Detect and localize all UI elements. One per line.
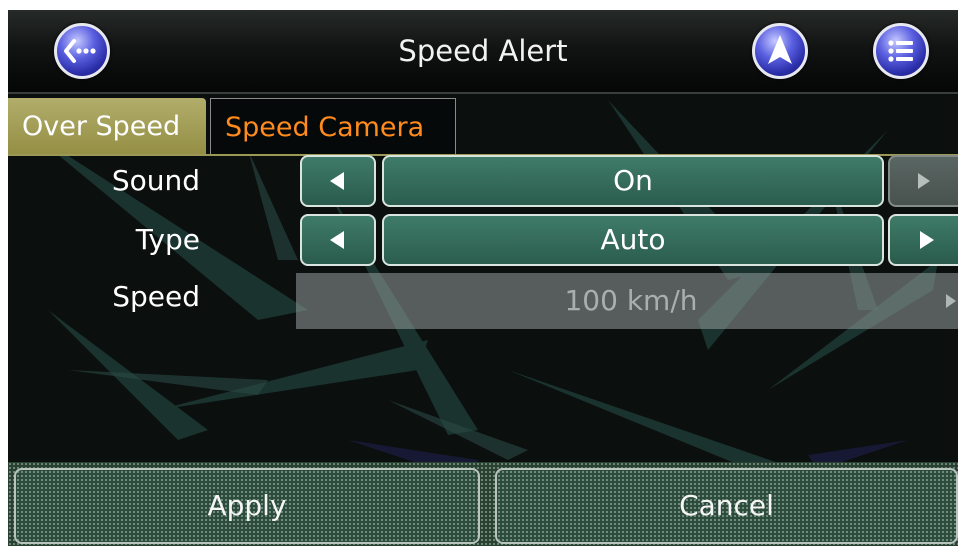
navigation-button[interactable]	[752, 23, 808, 79]
back-ellipsis-icon	[64, 39, 96, 63]
triangle-right-icon	[920, 231, 934, 249]
type-prev-button[interactable]	[300, 214, 376, 266]
tab-bar: Over Speed Speed Camera	[8, 98, 468, 156]
navigation-arrow-icon	[768, 35, 792, 64]
speed-value: 100 km/h	[564, 284, 698, 317]
cancel-button[interactable]: Cancel	[495, 468, 958, 544]
apply-button[interactable]: Apply	[14, 468, 480, 544]
triangle-right-icon	[946, 294, 956, 308]
speed-slider: 100 km/h	[296, 273, 958, 329]
type-next-button[interactable]	[888, 214, 958, 266]
page-title: Speed Alert	[398, 34, 568, 68]
sound-prev-button[interactable]	[300, 155, 376, 207]
triangle-left-icon	[330, 172, 344, 190]
type-value: Auto	[382, 214, 884, 266]
triangle-right-icon	[918, 173, 930, 189]
tab-speed-camera[interactable]: Speed Camera	[210, 98, 456, 154]
list-menu-icon	[888, 40, 913, 62]
type-label: Type	[135, 223, 200, 256]
footer-bar: Apply Cancel	[8, 462, 958, 546]
speed-alert-screen: Speed Alert Over Speed Speed Camera Soun…	[8, 10, 958, 546]
speed-label: Speed	[112, 280, 200, 313]
menu-button[interactable]	[873, 23, 929, 79]
sound-value: On	[382, 155, 884, 207]
sound-label: Sound	[111, 164, 200, 197]
sound-next-button[interactable]	[888, 155, 958, 207]
triangle-left-icon	[330, 231, 344, 249]
tab-over-speed[interactable]: Over Speed	[8, 98, 206, 154]
back-button[interactable]	[54, 23, 110, 79]
